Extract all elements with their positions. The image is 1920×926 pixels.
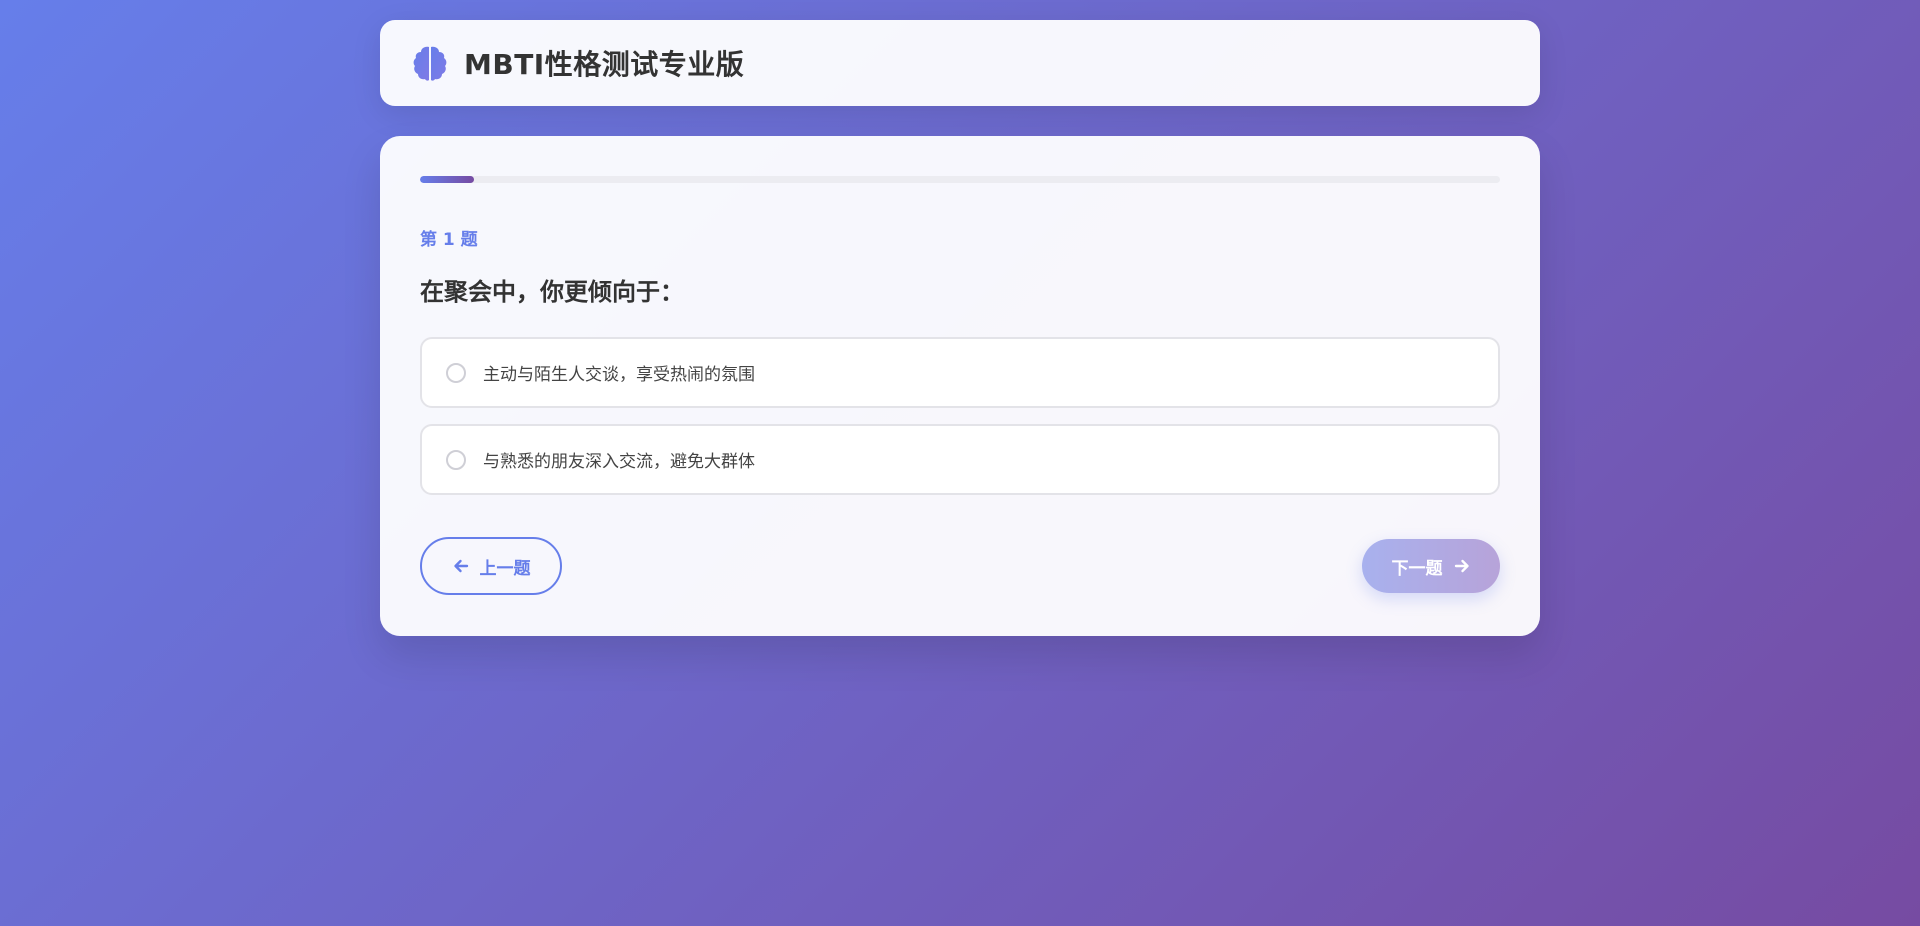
radio-icon — [446, 362, 466, 383]
option-label: 主动与陌生人交谈，享受热闹的氛围 — [483, 365, 755, 385]
question-card: 第 1 题 在聚会中，你更倾向于： 主动与陌生人交谈，享受热闹的氛围 与熟悉的朋… — [380, 136, 1540, 636]
previous-button[interactable]: 上一题 — [420, 537, 562, 595]
question-text: 在聚会中，你更倾向于： — [420, 278, 684, 306]
app-header: MBTI性格测试专业版 — [380, 20, 1540, 106]
arrow-left-icon — [452, 557, 470, 575]
progress-bar — [420, 176, 1500, 183]
brain-icon — [410, 43, 450, 83]
option-2[interactable]: 与熟悉的朋友深入交流，避免大群体 — [420, 424, 1500, 495]
progress-fill — [420, 176, 474, 183]
next-button[interactable]: 下一题 — [1362, 539, 1500, 593]
previous-button-label: 上一题 — [479, 558, 531, 579]
question-number: 第 1 题 — [420, 230, 478, 250]
arrow-right-icon — [1453, 557, 1471, 575]
radio-icon — [446, 449, 466, 470]
option-label: 与熟悉的朋友深入交流，避免大群体 — [483, 452, 755, 472]
app-title: MBTI性格测试专业版 — [464, 48, 745, 81]
options-list: 主动与陌生人交谈，享受热闹的氛围 与熟悉的朋友深入交流，避免大群体 — [420, 337, 1500, 495]
next-button-label: 下一题 — [1391, 558, 1443, 579]
option-1[interactable]: 主动与陌生人交谈，享受热闹的氛围 — [420, 337, 1500, 408]
navigation-bar: 上一题 下一题 — [420, 536, 1500, 596]
